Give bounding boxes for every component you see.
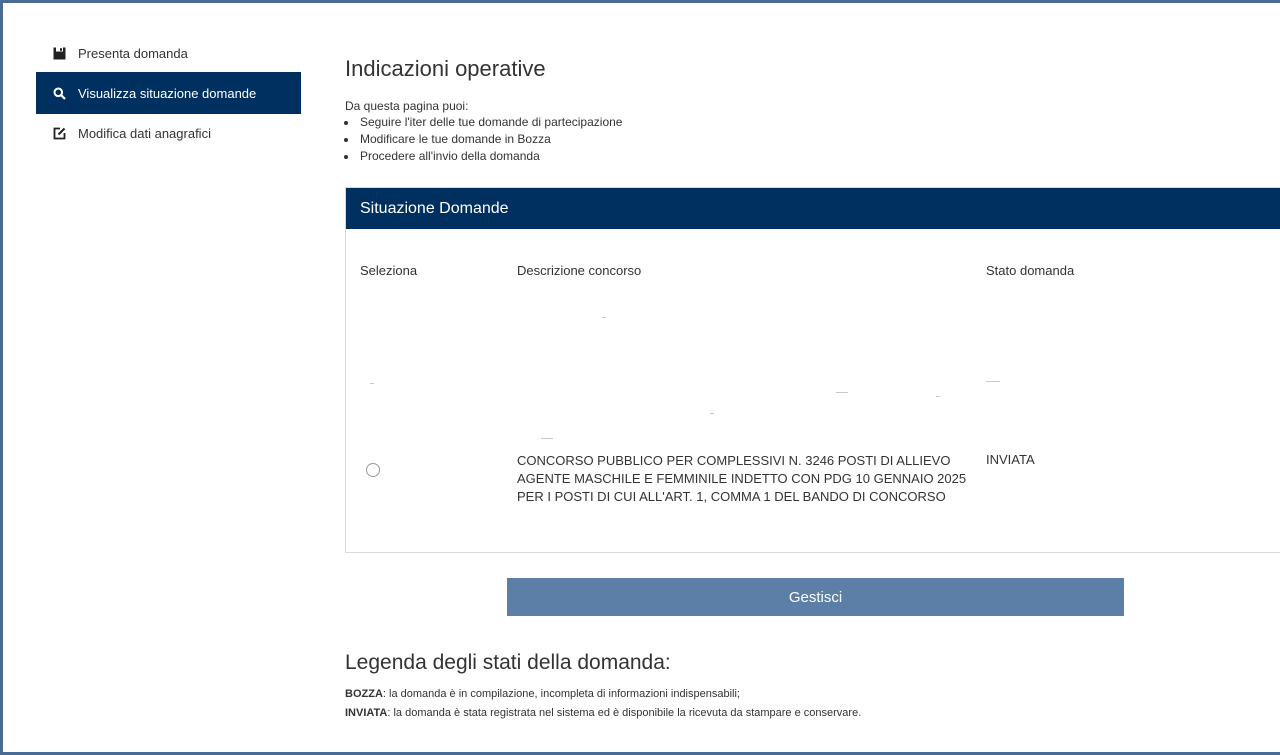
page-title: Indicazioni operative [345, 56, 546, 81]
sidebar-item-presenta-domanda[interactable]: Presenta domanda [36, 34, 301, 72]
list-item: Modificare le tue domande in Bozza [358, 131, 1280, 148]
instructions-list: Seguire l'iter delle tue domande di part… [345, 114, 1280, 165]
column-header-stato: Stato domanda [986, 263, 1075, 278]
legend-term: INVIATA [345, 707, 388, 719]
panel-header: Situazione Domande [346, 188, 1280, 229]
legend-text: : la domanda è in compilazione, incomple… [382, 688, 740, 700]
applications-panel: Situazione Domande Seleziona Descrizione… [345, 187, 1280, 553]
list-item: Seguire l'iter delle tue domande di part… [358, 114, 1280, 131]
redacted-mark [602, 317, 606, 318]
legend-item-inviata: INVIATA: la domanda è stata registrata n… [345, 707, 861, 719]
column-header-descrizione: Descrizione concorso [517, 263, 642, 278]
sidebar-item-label: Modifica dati anagrafici [78, 125, 211, 141]
redacted-mark [370, 383, 374, 384]
legend-title: Legenda degli stati della domanda: [345, 651, 671, 674]
edit-icon [52, 126, 66, 140]
status-badge: INVIATA [986, 452, 1035, 467]
intro-text: Da questa pagina puoi: [345, 99, 469, 113]
main-content: Indicazioni operative Da questa pagina p… [345, 52, 1280, 719]
contest-description: CONCORSO PUBBLICO PER COMPLESSIVI N. 324… [517, 453, 967, 504]
sidebar: Presenta domanda Visualizza situazione d… [36, 34, 301, 152]
redacted-mark [836, 392, 848, 393]
select-radio[interactable] [366, 463, 380, 477]
legend-item-bozza: BOZZA: la domanda è in compilazione, inc… [345, 688, 740, 700]
gestisci-button[interactable]: Gestisci [507, 578, 1124, 616]
sidebar-item-label: Visualizza situazione domande [78, 85, 257, 101]
redacted-mark [541, 438, 553, 439]
sidebar-item-label: Presenta domanda [78, 45, 188, 61]
column-header-seleziona: Seleziona [360, 263, 418, 278]
sidebar-item-visualizza-situazione-domande[interactable]: Visualizza situazione domande [36, 72, 301, 114]
list-item: Procedere all'invio della domanda [358, 148, 1280, 165]
sidebar-item-modifica-dati-anagrafici[interactable]: Modifica dati anagrafici [36, 114, 301, 152]
search-icon [52, 86, 66, 100]
redacted-mark [710, 413, 714, 414]
redacted-mark [936, 396, 940, 397]
save-icon [52, 46, 66, 60]
redacted-mark [986, 381, 1000, 382]
legend-text: : la domanda è stata registrata nel sist… [387, 707, 862, 719]
legend-term: BOZZA [345, 688, 383, 700]
